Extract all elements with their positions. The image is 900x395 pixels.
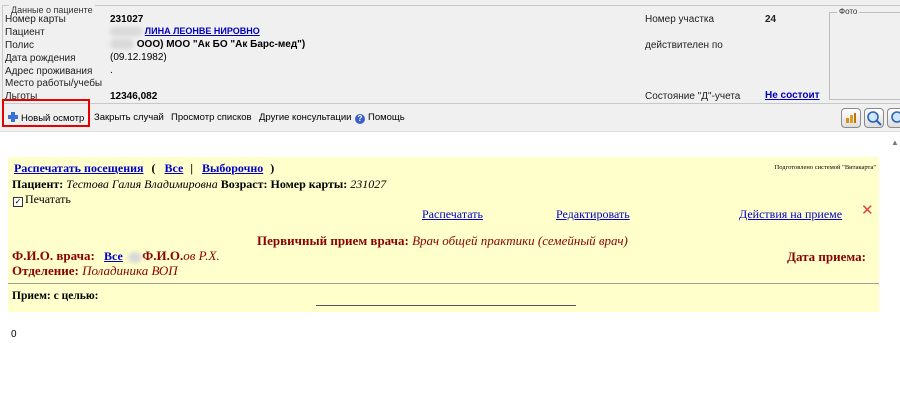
policy-value: ООО) МОО "Ак БО "Ак Барс-мед") [110, 39, 305, 50]
patient-name: Тестова Галия Владимировна [66, 177, 218, 191]
doctor-name: ов Р.Х. [183, 248, 220, 263]
search-button[interactable] [864, 108, 884, 128]
department-value: Поладиника ВОП [82, 263, 178, 278]
divider [8, 283, 879, 284]
doctor-all-link[interactable]: Все [104, 249, 123, 263]
purpose-underline [316, 305, 576, 306]
benefits-value: 12346,082 [110, 91, 158, 102]
print-checkbox-row[interactable]: ✓ Печатать [13, 192, 71, 207]
patient-label: Пациент [5, 27, 45, 38]
magnifier-icon [867, 111, 882, 126]
birth-date-label: Дата рождения [5, 53, 76, 64]
card-number-record: 231027 [350, 177, 387, 191]
help-icon: ? [355, 114, 365, 124]
doctor-row: Ф.И.О. врача: Все Ф.И.О.ов Р.Х. [12, 248, 220, 263]
bar-chart-icon [846, 113, 856, 123]
primary-visit-row: Первичный прием врача: Врач общей практи… [257, 233, 628, 248]
date-label: Дата приема: [787, 249, 866, 264]
work-place-label: Место работы/учебы [5, 78, 103, 89]
visit-record-panel: Распечатать посещения ( Все | Выборочно … [8, 157, 879, 312]
zero-value: 0 [11, 329, 17, 340]
d-status-link[interactable]: Не состоит [765, 90, 820, 101]
help-button[interactable]: ? Помощь [355, 112, 405, 124]
zoom-button[interactable] [887, 108, 900, 128]
close-icon[interactable]: ✕ [861, 201, 874, 220]
redacted-mark [128, 251, 143, 263]
patient-data-panel: Данные о пациенте Номер карты Пациент По… [0, 0, 900, 104]
department-row: Отделение: Поладиника ВОП [12, 263, 178, 278]
district-number-value: 24 [765, 14, 777, 25]
new-exam-highlight [2, 99, 90, 127]
print-checkbox[interactable]: ✓ [13, 197, 23, 207]
close-case-button[interactable]: Закрыть случай [94, 112, 164, 123]
view-lists-button[interactable]: Просмотр списков [171, 112, 252, 123]
edit-link[interactable]: Редактировать [556, 207, 630, 222]
d-status-label: Состояние "Д"-учета [645, 91, 741, 102]
stats-button[interactable] [841, 108, 861, 128]
birth-date-value: (09.12.1982) [110, 52, 167, 63]
card-number-value: 231027 [110, 14, 144, 25]
print-link[interactable]: Распечатать [422, 207, 483, 222]
zoom-icon [891, 111, 900, 123]
print-visits-link[interactable]: Распечатать посещения [14, 161, 144, 175]
print-visits-row: Распечатать посещения ( Все | Выборочно … [14, 161, 275, 175]
patient-value: ЛИНА ЛЕОНВЕ НИРОВНО [110, 26, 260, 37]
photo-box: Фото [829, 7, 900, 100]
photo-legend: Фото [837, 7, 860, 16]
prepared-by-text: Подготовлено системой "Витакарта" [774, 164, 876, 171]
toolbar: Новый осмотр Закрыть случай Просмотр спи… [0, 104, 900, 132]
card-number-label: Номер карты [5, 14, 66, 25]
primary-visit-value: Врач общей практики (семейный врач) [412, 233, 628, 248]
scroll-up-arrow[interactable]: ▲ [890, 138, 900, 150]
address-value: . [110, 65, 113, 76]
redacted-mark [110, 26, 142, 36]
help-label: Помощь [368, 112, 405, 123]
actions-link[interactable]: Действия на приеме [739, 207, 842, 222]
redacted-mark [110, 39, 134, 50]
other-consultations-button[interactable]: Другие консультации [259, 112, 351, 123]
patient-info-row: Пациент: Тестова Галия Владимировна Возр… [12, 177, 387, 191]
address-label: Адрес проживания [5, 66, 93, 77]
print-checkbox-label: Печатать [25, 192, 71, 206]
policy-label: Полис [5, 40, 34, 51]
purpose-label: Прием: с целью: [12, 290, 99, 302]
selective-visits-link[interactable]: Выборочно [202, 161, 263, 175]
valid-until-label: действителен по [645, 40, 723, 51]
all-visits-link[interactable]: Все [165, 161, 184, 175]
district-number-label: Номер участка [645, 14, 715, 25]
